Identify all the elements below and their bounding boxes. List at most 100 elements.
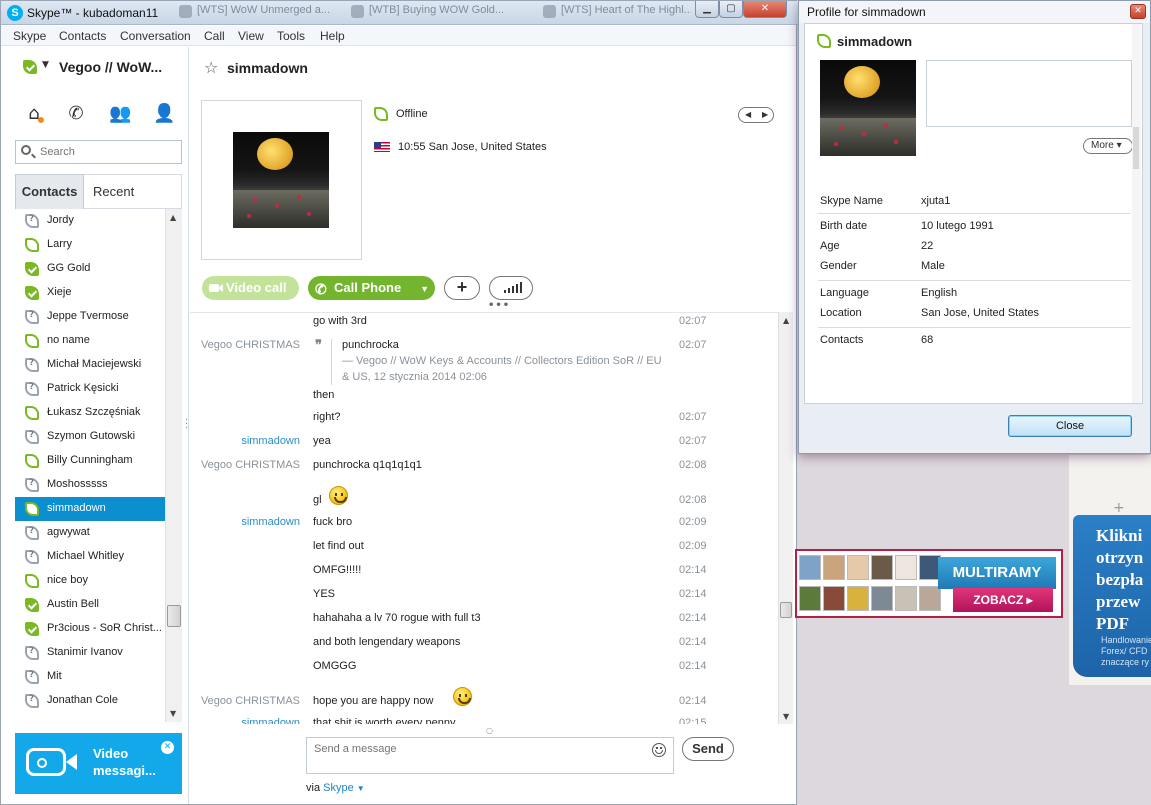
- field-value: 22: [921, 240, 934, 252]
- search-field[interactable]: [15, 140, 182, 164]
- profile-nav-arrows[interactable]: ◀ ▶: [738, 107, 774, 123]
- menu-view[interactable]: View: [238, 29, 264, 43]
- contact-row[interactable]: Patrick Kęsicki: [15, 377, 165, 401]
- ad-see-more-button[interactable]: ZOBACZ ▸: [953, 588, 1053, 612]
- message-time: 02:08: [679, 459, 707, 471]
- status-online-icon: [25, 262, 39, 276]
- contact-row[interactable]: Stanimir Ivanov: [15, 641, 165, 665]
- contact-row[interactable]: no name: [15, 329, 165, 353]
- background-tab-1[interactable]: [WTS] WoW Unmerged a...: [177, 4, 337, 21]
- scroll-down-arrow-icon[interactable]: ▼: [783, 712, 789, 721]
- field-value: 68: [921, 334, 934, 346]
- message-body: OMFG!!!!!: [313, 564, 362, 576]
- contact-row[interactable]: Larry: [15, 233, 165, 257]
- status-offline-icon: [25, 238, 39, 252]
- via-skype-link[interactable]: Skype: [323, 782, 354, 794]
- search-input[interactable]: [40, 144, 178, 160]
- call-phone-label: Call Phone: [334, 280, 402, 295]
- call-quality-button[interactable]: [489, 276, 533, 300]
- maximize-button[interactable]: ▢: [719, 1, 743, 18]
- contact-row[interactable]: Mit: [15, 665, 165, 689]
- menu-skype[interactable]: Skype: [13, 29, 46, 43]
- scroll-up-arrow-icon[interactable]: ▲: [170, 213, 176, 222]
- message-input[interactable]: [306, 737, 674, 774]
- forex-side-ad[interactable]: + Klikni otrzyn bezpła przew PDF Handlow…: [1069, 455, 1151, 685]
- ad-thumbnails-row-2: [797, 584, 943, 614]
- contact-row[interactable]: Szymon Gutowski: [15, 425, 165, 449]
- menu-call[interactable]: Call: [204, 29, 225, 43]
- contact-list-scrollbar[interactable]: ▲ ▼: [165, 209, 182, 722]
- dialog-scrollbar[interactable]: [1132, 24, 1141, 403]
- multiramy-ad-banner[interactable]: MULTIRAMY ZOBACZ ▸: [795, 549, 1063, 618]
- phone-icon[interactable]: ✆: [65, 103, 87, 125]
- contact-row[interactable]: GG Gold: [15, 257, 165, 281]
- contact-row[interactable]: agwywat: [15, 521, 165, 545]
- scroll-down-arrow-icon[interactable]: ▼: [170, 709, 176, 718]
- message-body: let find out: [313, 540, 364, 552]
- chevron-down-icon[interactable]: ▼: [420, 277, 429, 301]
- background-tab-2[interactable]: [WTB] Buying WOW Gold...: [349, 4, 529, 21]
- quote-source: — Vegoo // WoW Keys & Accounts // Collec…: [342, 355, 662, 383]
- dialog-close-button[interactable]: Close: [1008, 415, 1132, 437]
- scroll-thumb[interactable]: [167, 605, 181, 627]
- quote-text: punchrocka: [342, 339, 399, 351]
- background-tab-3[interactable]: [WTS] Heart of The Highl...: [541, 4, 691, 21]
- contact-row[interactable]: Xieje: [15, 281, 165, 305]
- tab-recent[interactable]: Recent: [84, 174, 182, 209]
- minimize-button[interactable]: ▁: [695, 1, 719, 18]
- call-phone-button[interactable]: ✆ Call Phone ▼: [308, 276, 435, 300]
- message-time: 02:07: [679, 315, 707, 327]
- scroll-thumb[interactable]: [780, 602, 792, 618]
- home-icon[interactable]: ⌂: [23, 103, 45, 125]
- more-button[interactable]: More ▾: [1083, 138, 1133, 154]
- window-close-button[interactable]: ✕: [743, 1, 787, 18]
- contact-avatar[interactable]: [201, 100, 362, 260]
- video-messaging-promo[interactable]: Video messagi... ✕: [15, 733, 182, 794]
- contact-row[interactable]: Moshosssss: [15, 473, 165, 497]
- contact-row[interactable]: Michał Maciejewski: [15, 353, 165, 377]
- contact-row[interactable]: Jonathan Cole: [15, 689, 165, 713]
- arrow-left-icon[interactable]: ◀: [745, 110, 751, 119]
- contact-row[interactable]: Billy Cunningham: [15, 449, 165, 473]
- contact-name: Szymon Gutowski: [47, 430, 136, 442]
- contact-row[interactable]: Michael Whitley: [15, 545, 165, 569]
- contact-name: Moshosssss: [47, 478, 108, 490]
- menu-tools[interactable]: Tools: [277, 29, 305, 43]
- contact-row[interactable]: Jeppe Tvermose: [15, 305, 165, 329]
- message-body: then: [313, 389, 335, 401]
- chevron-down-icon[interactable]: ▼: [357, 784, 365, 793]
- group-icon[interactable]: 👥: [109, 103, 131, 125]
- tab-contacts[interactable]: Contacts: [15, 174, 84, 209]
- more-options-icon[interactable]: •••: [488, 300, 510, 311]
- add-to-conversation-button[interactable]: +: [444, 276, 480, 300]
- my-profile-name[interactable]: Vegoo // WoW...: [59, 59, 162, 75]
- contact-row[interactable]: Jordy: [15, 209, 165, 233]
- contact-row[interactable]: Łukasz Szczęśniak: [15, 401, 165, 425]
- add-contact-icon[interactable]: 👤: [153, 103, 175, 125]
- favorite-star-icon[interactable]: ☆: [204, 58, 218, 77]
- profile-field: Age 22: [820, 240, 1132, 256]
- send-button[interactable]: Send: [682, 737, 734, 761]
- close-icon[interactable]: ✕: [1130, 4, 1146, 19]
- contact-row[interactable]: Austin Bell: [15, 593, 165, 617]
- scroll-up-arrow-icon[interactable]: ▲: [783, 316, 789, 325]
- profile-dialog: Profile for simmadown ✕ simmadown More ▾…: [798, 0, 1151, 454]
- menu-contacts[interactable]: Contacts: [59, 29, 106, 43]
- contact-row[interactable]: nice boy: [15, 569, 165, 593]
- resize-grip-icon[interactable]: ○: [486, 726, 493, 735]
- panel-splitter[interactable]: · · ·: [185, 416, 188, 434]
- chat-scrollbar[interactable]: ▲ ▼: [778, 312, 793, 724]
- field-label: Age: [820, 240, 840, 252]
- menu-conversation[interactable]: Conversation: [120, 29, 191, 43]
- status-offline-icon: [25, 454, 39, 468]
- menu-help[interactable]: Help: [320, 29, 345, 43]
- my-status-icon[interactable]: [23, 60, 37, 74]
- contact-row[interactable]: Pr3cious - SoR Christ...: [15, 617, 165, 641]
- close-icon[interactable]: ✕: [161, 741, 174, 754]
- arrow-right-icon[interactable]: ▶: [762, 110, 768, 119]
- chevron-down-icon[interactable]: ▼: [42, 60, 49, 70]
- contact-row[interactable]: simmadown: [15, 497, 165, 521]
- emoticon-icon[interactable]: [652, 743, 666, 757]
- video-call-button[interactable]: Video call: [202, 276, 299, 300]
- message-text: go with 3rd: [313, 315, 367, 327]
